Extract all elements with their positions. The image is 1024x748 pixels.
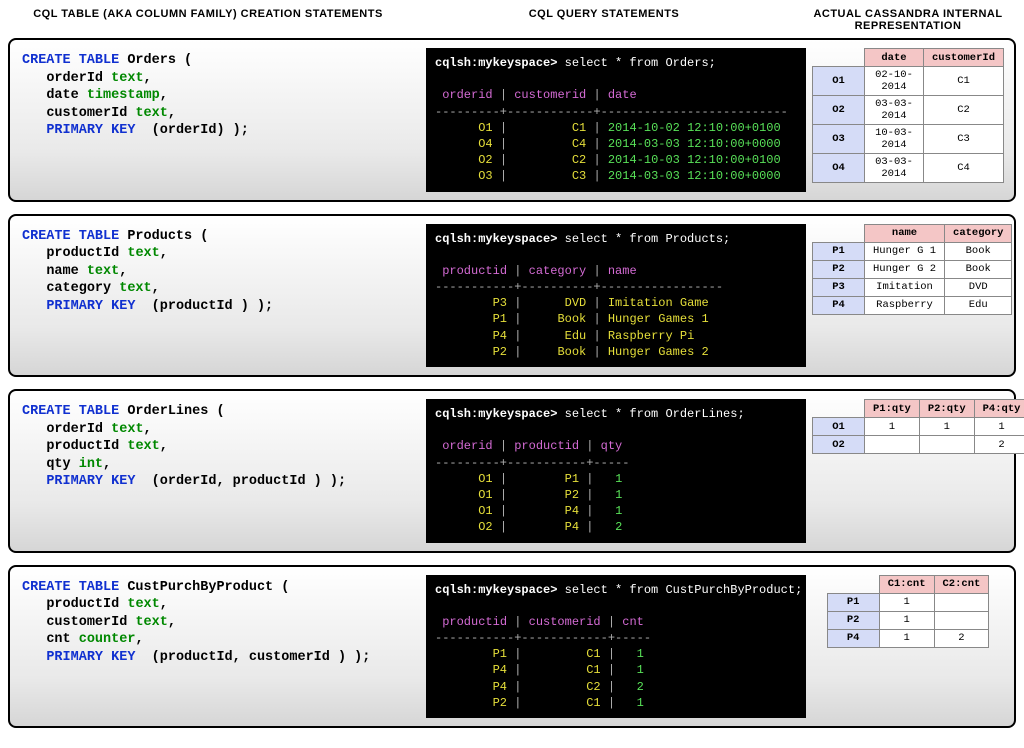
panel-orderlines: CREATE TABLE OrderLines ( orderId text, … bbox=[8, 389, 1016, 553]
rep-table-orders: datecustomerId O102-10-2014C1 O203-03-20… bbox=[812, 48, 1004, 183]
rep-products: namecategory P1Hunger G 1Book P2Hunger G… bbox=[812, 224, 1012, 368]
cql-create-products: CREATE TABLE Products ( productId text, … bbox=[20, 224, 420, 368]
panel-custpurch: CREATE TABLE CustPurchByProduct ( produc… bbox=[8, 565, 1016, 729]
terminal-custpurch: cqlsh:mykeyspace> select * from CustPurc… bbox=[426, 575, 806, 719]
panel-orders: CREATE TABLE Orders ( orderId text, date… bbox=[8, 38, 1016, 202]
cql-create-custpurch: CREATE TABLE CustPurchByProduct ( produc… bbox=[20, 575, 420, 719]
terminal-orderlines: cqlsh:mykeyspace> select * from OrderLin… bbox=[426, 399, 806, 543]
rep-custpurch: C1:cntC2:cnt P11 P21 P412 bbox=[812, 575, 1004, 719]
header-create: CQL TABLE (AKA COLUMN FAMILY) CREATION S… bbox=[8, 8, 408, 32]
rep-table-products: namecategory P1Hunger G 1Book P2Hunger G… bbox=[812, 224, 1012, 315]
rep-orderlines: P1:qtyP2:qtyP4:qty O1111 O22 bbox=[812, 399, 1024, 543]
rep-table-custpurch: C1:cntC2:cnt P11 P21 P412 bbox=[827, 575, 990, 648]
cql-create-orderlines: CREATE TABLE OrderLines ( orderId text, … bbox=[20, 399, 420, 543]
column-headers: CQL TABLE (AKA COLUMN FAMILY) CREATION S… bbox=[8, 8, 1016, 32]
rep-table-orderlines: P1:qtyP2:qtyP4:qty O1111 O22 bbox=[812, 399, 1024, 454]
header-query: CQL QUERY STATEMENTS bbox=[414, 8, 794, 32]
terminal-orders: cqlsh:mykeyspace> select * from Orders; … bbox=[426, 48, 806, 192]
panel-products: CREATE TABLE Products ( productId text, … bbox=[8, 214, 1016, 378]
cql-create-orders: CREATE TABLE Orders ( orderId text, date… bbox=[20, 48, 420, 192]
rep-orders: datecustomerId O102-10-2014C1 O203-03-20… bbox=[812, 48, 1004, 192]
terminal-products: cqlsh:mykeyspace> select * from Products… bbox=[426, 224, 806, 368]
header-rep: ACTUAL CASSANDRA INTERNAL REPRESENTATION bbox=[800, 8, 1016, 32]
